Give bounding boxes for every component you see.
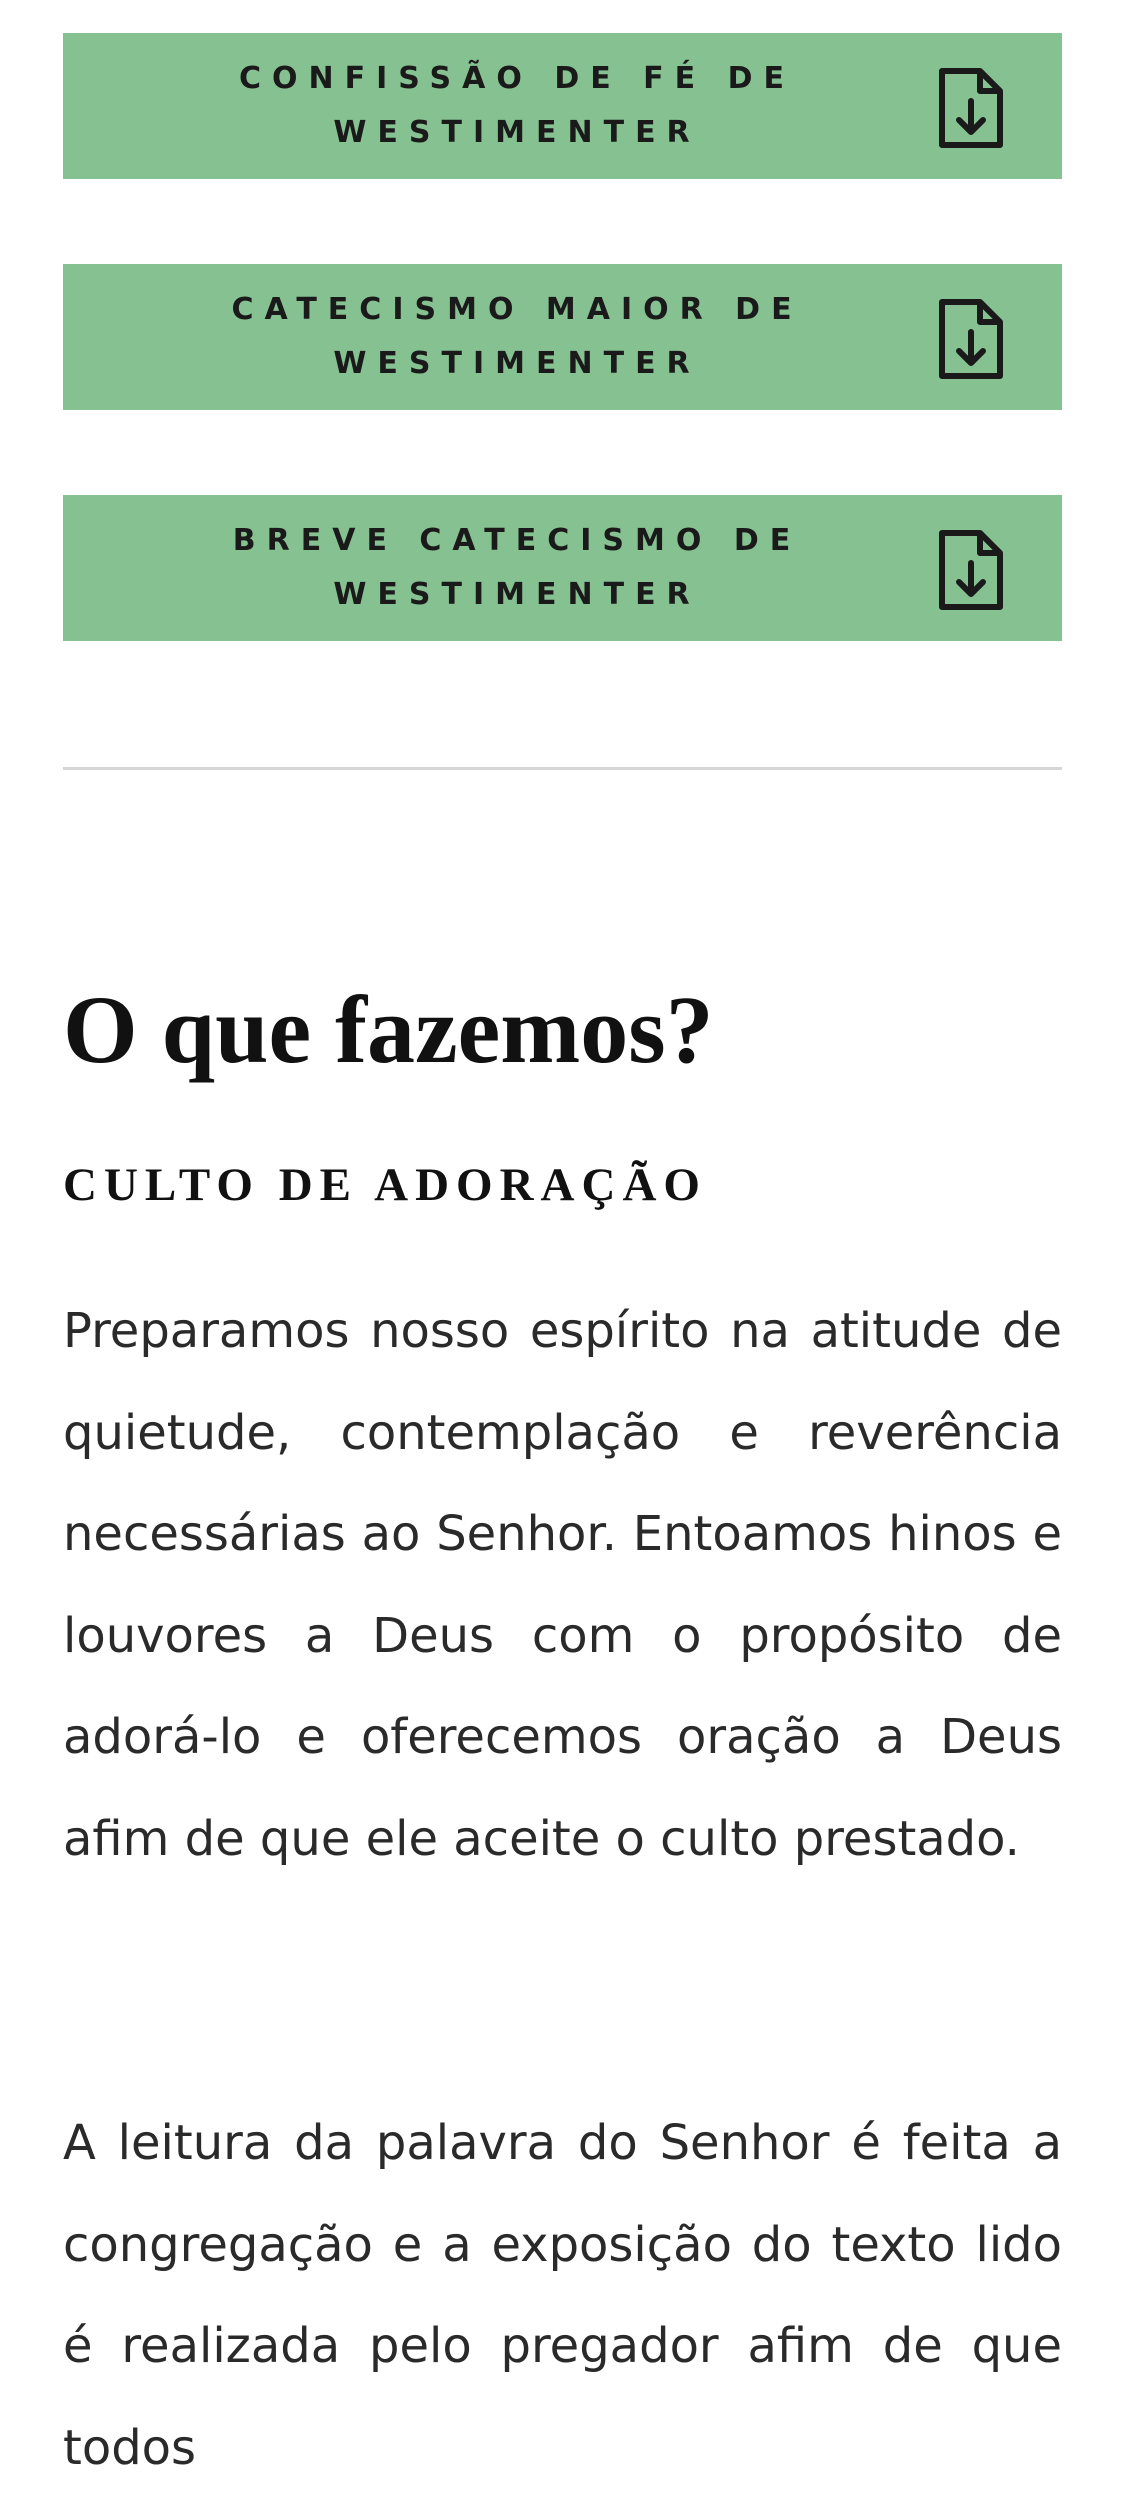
file-download-icon bbox=[939, 530, 1003, 610]
file-download-icon bbox=[939, 68, 1003, 148]
subsection-title: CULTO DE ADORAÇÃO bbox=[63, 1159, 707, 1211]
section-divider bbox=[63, 767, 1062, 770]
download-button-label: CONFISSÃO DE FÉ DE WESTIMENTER bbox=[239, 61, 795, 150]
download-button-label: CATECISMO MAIOR DE WESTIMENTER bbox=[231, 292, 803, 381]
section-title: O que fazemos? bbox=[63, 976, 714, 1083]
download-button-label: BREVE CATECISMO DE WESTIMENTER bbox=[232, 523, 802, 612]
download-breve-catecismo-button[interactable]: BREVE CATECISMO DE WESTIMENTER bbox=[63, 495, 1062, 641]
file-download-icon bbox=[939, 299, 1003, 379]
download-confissao-button[interactable]: CONFISSÃO DE FÉ DE WESTIMENTER bbox=[63, 33, 1062, 179]
paragraph: A leitura da palavra do Senhor é feita a… bbox=[63, 2115, 1062, 2476]
download-catecismo-maior-button[interactable]: CATECISMO MAIOR DE WESTIMENTER bbox=[63, 264, 1062, 410]
paragraph: Preparamos nosso espírito na atitude de … bbox=[63, 1303, 1062, 1867]
